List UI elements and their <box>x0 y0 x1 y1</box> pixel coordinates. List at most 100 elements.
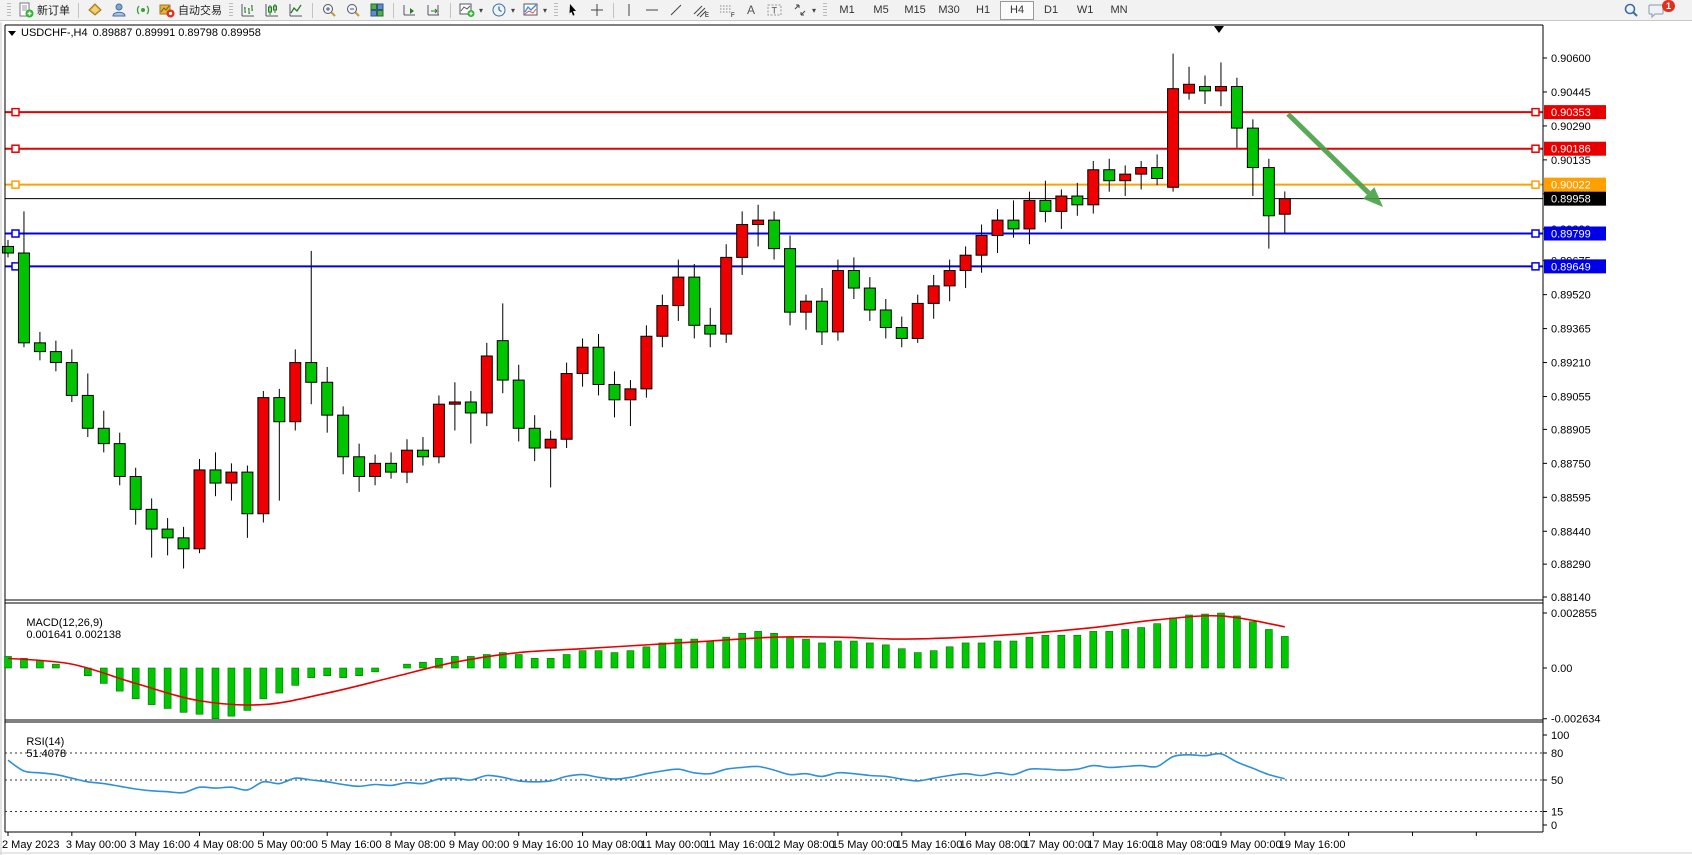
timeframe-button-M5[interactable]: M5 <box>864 1 898 20</box>
chart-menu-triangle-icon[interactable] <box>8 31 16 36</box>
gold-button[interactable] <box>83 1 107 20</box>
candle-body <box>1184 84 1195 93</box>
timeframe-button-M1[interactable]: M1 <box>830 1 864 20</box>
candle-body <box>1136 168 1147 175</box>
crosshair-button[interactable] <box>585 1 609 20</box>
rsi-value: 51.4078 <box>26 748 66 760</box>
candle-body <box>864 288 875 310</box>
line-handle[interactable] <box>12 109 19 116</box>
profile-button[interactable] <box>107 1 131 20</box>
chart-canvas[interactable]: 0.906000.904450.902900.901350.899800.898… <box>0 22 1692 855</box>
timeframe-button-M15[interactable]: M15 <box>898 1 932 20</box>
candle-body <box>513 380 524 428</box>
text-button[interactable]: A <box>740 1 762 20</box>
line-handle[interactable] <box>12 145 19 152</box>
candle-body <box>912 303 923 338</box>
time-axis[interactable]: 2 May 20233 May 00:003 May 16:004 May 08… <box>2 832 1476 851</box>
line-handle[interactable] <box>1532 109 1539 116</box>
candlestick-button[interactable] <box>260 1 284 20</box>
candle-body <box>1072 196 1083 205</box>
candle-body <box>130 476 141 509</box>
bar-chart-button[interactable] <box>236 1 260 20</box>
rsi-label: RSI(14) 51.4078 <box>8 724 66 772</box>
svg-text:18 May 08:00: 18 May 08:00 <box>1151 839 1218 851</box>
equidistant-channel-button[interactable]: E <box>688 1 714 20</box>
macd-bar <box>164 668 171 708</box>
candle-body <box>944 271 955 286</box>
timeframe-button-MN[interactable]: MN <box>1102 1 1136 20</box>
chat-button[interactable]: 1 <box>1644 1 1686 20</box>
fibonacci-button[interactable]: F <box>714 1 740 20</box>
candle-body <box>50 352 61 363</box>
horizontal-line-button[interactable] <box>640 1 664 20</box>
line-handle[interactable] <box>1532 145 1539 152</box>
auto-trading-button[interactable]: 自动交易 <box>155 1 226 20</box>
toolbar-right: 1 <box>1618 1 1686 20</box>
tile-windows-icon <box>369 2 385 18</box>
candle-body <box>178 538 189 549</box>
crosshair-icon <box>589 2 605 18</box>
text-label-button[interactable]: T <box>762 1 788 20</box>
chart-title: USDCHF-,H4 0.89887 0.89991 0.89798 0.899… <box>8 27 261 39</box>
macd-bar <box>627 651 634 668</box>
candle-body <box>1152 168 1163 179</box>
candle-body <box>146 509 157 529</box>
zoom-in-icon <box>321 2 337 18</box>
svg-text:100: 100 <box>1551 730 1569 742</box>
svg-text:19 May 16:00: 19 May 16:00 <box>1279 839 1346 851</box>
candle-body <box>274 398 285 422</box>
new-order-button[interactable]: 新订单 <box>14 1 74 20</box>
macd-bar <box>1217 613 1224 668</box>
macd-bar <box>914 653 921 668</box>
chart-shift-button[interactable] <box>422 1 446 20</box>
timeframe-button-W1[interactable]: W1 <box>1068 1 1102 20</box>
toolbar: 新订单 自动交易 <box>0 0 1692 21</box>
signal-button[interactable] <box>131 1 155 20</box>
trend-arrow[interactable] <box>1288 114 1383 207</box>
new-chart-button[interactable]: ▾ <box>455 1 487 20</box>
macd-pane: 0.0028550.00-0.002634 <box>5 608 1601 726</box>
line-handle[interactable] <box>12 181 19 188</box>
timeframe-button-H1[interactable]: H1 <box>966 1 1000 20</box>
line-handle[interactable] <box>12 263 19 270</box>
line-handle[interactable] <box>1532 263 1539 270</box>
macd-bar <box>1154 624 1161 668</box>
timeframe-group: M1M5M15M30H1H4D1W1MN <box>830 0 1136 20</box>
macd-bar <box>803 639 810 668</box>
candle-body <box>657 306 668 337</box>
candle-body <box>801 301 812 312</box>
candle-body <box>545 439 556 448</box>
candle-body <box>3 246 14 253</box>
search-icon <box>1622 1 1640 19</box>
line-handle[interactable] <box>1532 181 1539 188</box>
line-chart-button[interactable] <box>284 1 308 20</box>
zoom-out-button[interactable] <box>341 1 365 20</box>
macd-bar <box>372 668 379 672</box>
cursor-button[interactable] <box>561 1 585 20</box>
cursor-icon <box>565 2 581 18</box>
text-label-icon: T <box>766 2 784 18</box>
macd-bar <box>1249 622 1256 668</box>
tile-windows-button[interactable] <box>365 1 389 20</box>
candle-body <box>785 249 796 313</box>
auto-scroll-button[interactable] <box>398 1 422 20</box>
vertical-line-button[interactable] <box>618 1 640 20</box>
indicators-button[interactable]: ▾ <box>519 1 551 20</box>
arrows-icon <box>792 2 808 18</box>
periods-button[interactable]: ▾ <box>487 1 519 20</box>
trendline-button[interactable] <box>664 1 688 20</box>
arrows-button[interactable]: ▾ <box>788 1 820 20</box>
svg-text:0.00: 0.00 <box>1551 663 1572 675</box>
candle-body <box>816 301 827 332</box>
equidistant-channel-icon: E <box>692 2 710 18</box>
timeframe-button-D1[interactable]: D1 <box>1034 1 1068 20</box>
chart-shift-marker[interactable] <box>1214 26 1224 33</box>
macd-bar <box>882 645 889 668</box>
search-button[interactable] <box>1618 1 1644 20</box>
line-handle[interactable] <box>1532 230 1539 237</box>
line-handle[interactable] <box>12 230 19 237</box>
timeframe-button-M30[interactable]: M30 <box>932 1 966 20</box>
macd-bar <box>228 668 235 716</box>
timeframe-button-H4[interactable]: H4 <box>1000 1 1034 20</box>
zoom-in-button[interactable] <box>317 1 341 20</box>
